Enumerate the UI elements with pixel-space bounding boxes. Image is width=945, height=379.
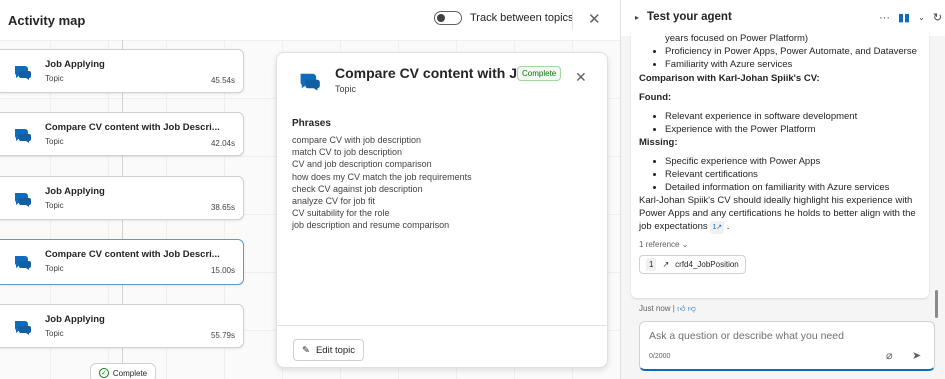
list-item: Experience with the Power Platform	[665, 123, 921, 136]
scrollbar-thumb[interactable]	[935, 290, 938, 318]
list-item: years focused on Power Platform)	[665, 33, 809, 44]
node-subtitle: Topic	[45, 264, 64, 273]
message-meta: Just now | 👍︎ 👎︎	[639, 304, 696, 313]
edit-topic-label: Edit topic	[315, 344, 356, 356]
node-title: Compare CV content with Job Descri...	[45, 249, 220, 260]
node-subtitle: Topic	[45, 329, 64, 338]
chat-topic-icon	[14, 256, 31, 270]
test-agent-title: Test your agent	[647, 11, 732, 23]
topic-node[interactable]: Job Applying Topic 38.65s	[0, 176, 244, 220]
timestamp: Just now	[639, 304, 671, 313]
topic-node[interactable]: Compare CV content with Job Descri... To…	[0, 112, 244, 156]
node-duration: 42.04s	[210, 139, 235, 148]
list-item: Relevant experience in software developm…	[665, 110, 921, 123]
phrase-item: CV suitability for the role	[292, 208, 390, 219]
node-duration: 38.65s	[210, 203, 235, 212]
phrase-item: how does my CV match the job requirement…	[292, 171, 472, 182]
citation-number: 1	[712, 224, 717, 231]
chat-input-box: 0/2000 ⌀ ➤	[639, 321, 935, 371]
list-item: Relevant certifications	[665, 168, 921, 181]
chat-input[interactable]	[649, 330, 919, 342]
toggle-label: Track between topics	[470, 12, 574, 24]
chevron-down-icon: ⌄	[681, 240, 689, 249]
phrase-item: compare CV with job description	[292, 135, 422, 145]
node-title: Job Applying	[45, 186, 105, 197]
char-count: 0/2000	[649, 353, 671, 360]
thumbs-up-icon[interactable]: 👍︎	[677, 304, 685, 313]
node-duration: 15.00s	[210, 266, 235, 275]
requirements-list: years focused on Power Platform) Profici…	[657, 32, 921, 71]
chat-topic-icon	[14, 129, 31, 143]
phrase-item: match CV to job description	[292, 147, 403, 158]
chat-topic-icon	[14, 321, 31, 335]
reference-number: 1	[646, 258, 657, 271]
reference-chip[interactable]: 1 ↗ crfd4_JobPosition	[639, 255, 746, 274]
found-list: Relevant experience in software developm…	[657, 110, 921, 136]
complete-label: Complete	[112, 368, 148, 378]
close-icon[interactable]: ✕	[575, 69, 587, 86]
citation-badge[interactable]: 1↗	[710, 221, 725, 234]
node-subtitle: Topic	[45, 74, 64, 83]
node-duration: 45.54s	[210, 76, 235, 85]
collapse-caret-icon[interactable]: ▸	[635, 13, 639, 22]
activity-map-icon[interactable]: ▮▮	[898, 11, 910, 24]
missing-heading: Missing:	[639, 137, 678, 148]
complete-status-pill: ✓ Complete	[90, 363, 156, 379]
topic-detail-card: Compare CV content with J... Complete To…	[276, 52, 608, 368]
node-subtitle: Topic	[45, 201, 64, 210]
reference-name: crfd4_JobPosition	[675, 260, 739, 269]
references-toggle[interactable]: 1 reference ⌄	[639, 238, 921, 251]
found-heading: Found:	[639, 92, 672, 103]
more-options-icon[interactable]: ···	[879, 12, 890, 24]
node-title: Job Applying	[45, 314, 105, 325]
agent-message: years focused on Power Platform) Profici…	[631, 30, 929, 298]
page-title: Activity map	[8, 12, 86, 28]
phrase-item: CV and job description comparison	[292, 159, 432, 170]
chat-topic-icon	[14, 66, 31, 80]
close-icon[interactable]: ✕	[588, 10, 601, 28]
test-agent-panel: ▸ Test your agent ··· ▮▮ ⌄ ↻ years focus…	[620, 0, 945, 379]
topic-node[interactable]: Job Applying Topic 55.79s	[0, 304, 244, 348]
chat-topic-icon	[14, 193, 31, 207]
conclusion-body: Karl-Johan Spiik's CV should ideally hig…	[639, 195, 916, 232]
pencil-icon: ✎	[302, 344, 310, 356]
detail-title: Compare CV content with J...	[335, 65, 529, 81]
node-subtitle: Topic	[45, 137, 64, 146]
chat-topic-icon	[300, 73, 320, 91]
external-link-icon: ↗	[662, 260, 670, 269]
detail-footer-divider	[277, 325, 607, 326]
edit-topic-button[interactable]: ✎ Edit topic	[293, 339, 365, 361]
list-item: Specific experience with Power Apps	[665, 155, 921, 168]
phrase-item: job description and resume comparison	[292, 220, 450, 231]
header-divider	[572, 10, 573, 30]
node-duration: 55.79s	[210, 331, 235, 340]
phrase-item: check CV against job description	[292, 183, 423, 194]
refresh-icon[interactable]: ↻	[933, 11, 942, 24]
phrases-list: compare CV with job description match CV…	[292, 134, 472, 232]
chevron-down-icon[interactable]: ⌄	[918, 13, 925, 22]
node-title: Compare CV content with Job Descri...	[45, 122, 220, 133]
send-icon[interactable]: ➤	[912, 349, 921, 362]
toggle-switch[interactable]	[434, 11, 462, 25]
missing-list: Specific experience with Power Apps Rele…	[657, 155, 921, 194]
status-badge: Complete	[517, 66, 562, 81]
track-between-topics-toggle[interactable]: Track between topics	[434, 11, 574, 25]
header-actions: ··· ▮▮ ⌄ ↻	[879, 11, 942, 25]
list-item: Familiarity with Azure services	[665, 58, 921, 71]
check-circle-icon: ✓	[98, 368, 109, 378]
conclusion-text: Karl-Johan Spiik's CV should ideally hig…	[639, 195, 916, 234]
paperclip-icon[interactable]: ⌀	[886, 349, 893, 362]
thumbs-down-icon[interactable]: 👎︎	[688, 304, 696, 313]
list-item: Detailed information on familiarity with…	[665, 181, 921, 194]
detail-subtitle: Topic	[335, 84, 357, 94]
topic-node-selected[interactable]: Compare CV content with Job Descri... To…	[0, 239, 244, 285]
topic-node[interactable]: Job Applying Topic 45.54s	[0, 49, 244, 93]
list-item: Proficiency in Power Apps, Power Automat…	[665, 45, 921, 58]
phrases-heading: Phrases	[292, 118, 331, 129]
comparison-heading: Comparison with Karl-Johan Spiik's CV:	[639, 73, 820, 84]
reference-count: 1 reference	[639, 240, 680, 249]
activity-map-panel: Activity map Track between topics ✕ Job …	[0, 0, 620, 379]
phrase-item: analyze CV for job fit	[292, 196, 376, 207]
node-title: Job Applying	[45, 59, 105, 70]
